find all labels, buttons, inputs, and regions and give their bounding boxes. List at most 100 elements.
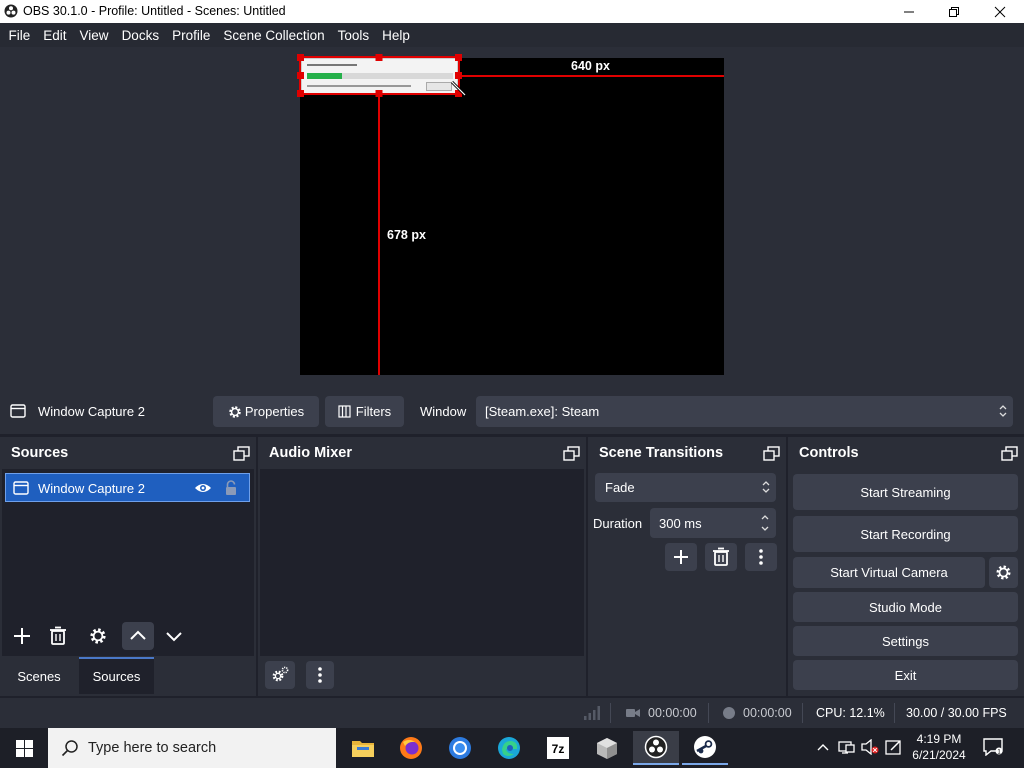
undock-icon[interactable] [233,446,250,461]
search-icon [61,739,79,757]
window-capture-icon [13,480,29,496]
audio-menu-button[interactable] [306,661,334,689]
add-source-button[interactable] [8,622,36,650]
plus-icon [14,628,30,644]
filter-icon [338,405,351,418]
tray-date: 6/21/2024 [912,748,966,762]
stream-time: 00:00:00 [648,706,697,720]
record-time: 00:00:00 [743,706,792,720]
start-virtual-camera-button[interactable]: Start Virtual Camera [793,557,985,588]
visibility-eye-icon[interactable] [194,481,212,495]
plus-icon [674,550,688,564]
tray-chevron-up-icon[interactable] [816,741,830,753]
selection-box [299,56,460,95]
fps-readout: 30.00 / 30.00 FPS [906,706,1007,720]
audio-mixer-dock: Audio Mixer [258,437,586,696]
list-item[interactable]: Window Capture 2 [5,473,250,502]
duration-label: Duration [593,516,643,531]
gear-icon [996,565,1011,580]
taskbar-search-box[interactable]: Type here to search [48,728,336,768]
undock-icon[interactable] [563,446,580,461]
transition-menu-button[interactable] [745,543,777,571]
notifications-icon[interactable]: 1 [983,738,1003,756]
steam-icon[interactable] [682,731,728,765]
scene-transitions-dock: Scene Transitions Fade Duration 300 ms [588,437,786,696]
move-source-up-button[interactable] [122,622,154,650]
duration-value: 300 ms [659,515,702,531]
start-recording-button[interactable]: Start Recording [793,516,1018,552]
virtualbox-icon[interactable] [584,731,630,765]
tab-sources[interactable]: Sources [79,657,154,694]
remove-source-button[interactable] [44,622,72,650]
height-label: 678 px [387,228,426,242]
sources-dock-title: Sources [0,437,256,469]
exit-button[interactable]: Exit [793,660,1018,690]
window-select[interactable]: [Steam.exe]: Steam [476,396,1013,427]
gears-icon [272,666,289,682]
selected-source-name: Window Capture 2 [38,404,145,419]
studio-mode-button[interactable]: Studio Mode [793,592,1018,622]
virtual-camera-settings-button[interactable] [989,557,1018,588]
scene-transitions-title: Scene Transitions [588,437,786,469]
trash-icon [713,547,729,566]
tray-time: 4:19 PM [916,732,962,746]
chevron-down-icon [166,632,182,642]
selection-overlay [297,54,724,375]
tab-scenes[interactable]: Scenes [2,659,76,694]
duration-spinbox[interactable]: 300 ms [650,508,776,538]
windows-logo-icon [15,739,33,757]
move-source-down-button[interactable] [158,622,190,650]
window-capture-icon [10,403,26,419]
select-arrows-icon [761,480,771,494]
pen-workspace-icon[interactable] [885,738,903,756]
firefox-icon[interactable] [388,731,434,765]
width-label: 640 px [571,59,610,73]
undock-icon[interactable] [1001,446,1018,461]
filters-label: Filters [355,404,392,419]
source-properties-button[interactable] [84,622,112,650]
kebab-menu-icon [759,549,763,565]
lock-icon[interactable] [224,480,238,496]
audio-settings-button[interactable] [265,661,295,689]
spin-arrows-icon[interactable] [760,513,770,533]
properties-button[interactable]: Properties [213,396,319,427]
audio-mixer-title: Audio Mixer [258,437,586,469]
record-status-icon [722,706,736,720]
undock-icon[interactable] [763,446,780,461]
select-arrows-icon [998,404,1008,418]
sources-dock: Sources Window Capture 2 Scenes Sources [0,437,256,696]
transition-select[interactable]: Fade [595,473,776,502]
controls-title: Controls [788,437,1024,469]
network-icon[interactable] [838,739,856,755]
gear-icon [90,628,106,644]
remove-transition-button[interactable] [705,543,737,571]
settings-button[interactable]: Settings [793,626,1018,656]
window-select-value: [Steam.exe]: Steam [485,404,600,419]
transition-select-value: Fade [605,480,635,495]
filters-button[interactable]: Filters [325,396,404,427]
audio-mixer-area [260,469,584,656]
window-label: Window [420,404,467,419]
properties-label: Properties [244,404,305,419]
chrome-icon[interactable] [437,731,483,765]
chevron-up-icon [130,630,146,640]
cpu-usage: CPU: 12.1% [816,706,885,720]
volume-muted-icon[interactable] [861,739,879,755]
signal-bars-icon [584,706,600,720]
start-streaming-button[interactable]: Start Streaming [793,474,1018,510]
file-explorer-icon[interactable] [340,731,386,765]
edge-icon[interactable] [486,731,532,765]
kebab-menu-icon [318,667,322,683]
add-transition-button[interactable] [665,543,697,571]
resize-handles[interactable] [297,54,462,97]
stream-status-icon [626,707,640,719]
status-bar: 00:00:00 00:00:00 CPU: 12.1% 30.00 / 30.… [0,698,1024,728]
obs-taskbar-icon[interactable] [633,731,679,765]
svg-text:7z: 7z [552,742,565,756]
gear-icon [228,405,242,419]
tray-clock[interactable]: 4:19 PM 6/21/2024 [903,732,975,762]
7zip-icon[interactable]: 7z [535,731,581,765]
start-button[interactable] [0,728,48,768]
source-toolbar: Window Capture 2 Properties Filters Wind… [0,390,1024,434]
trash-icon [50,626,66,645]
